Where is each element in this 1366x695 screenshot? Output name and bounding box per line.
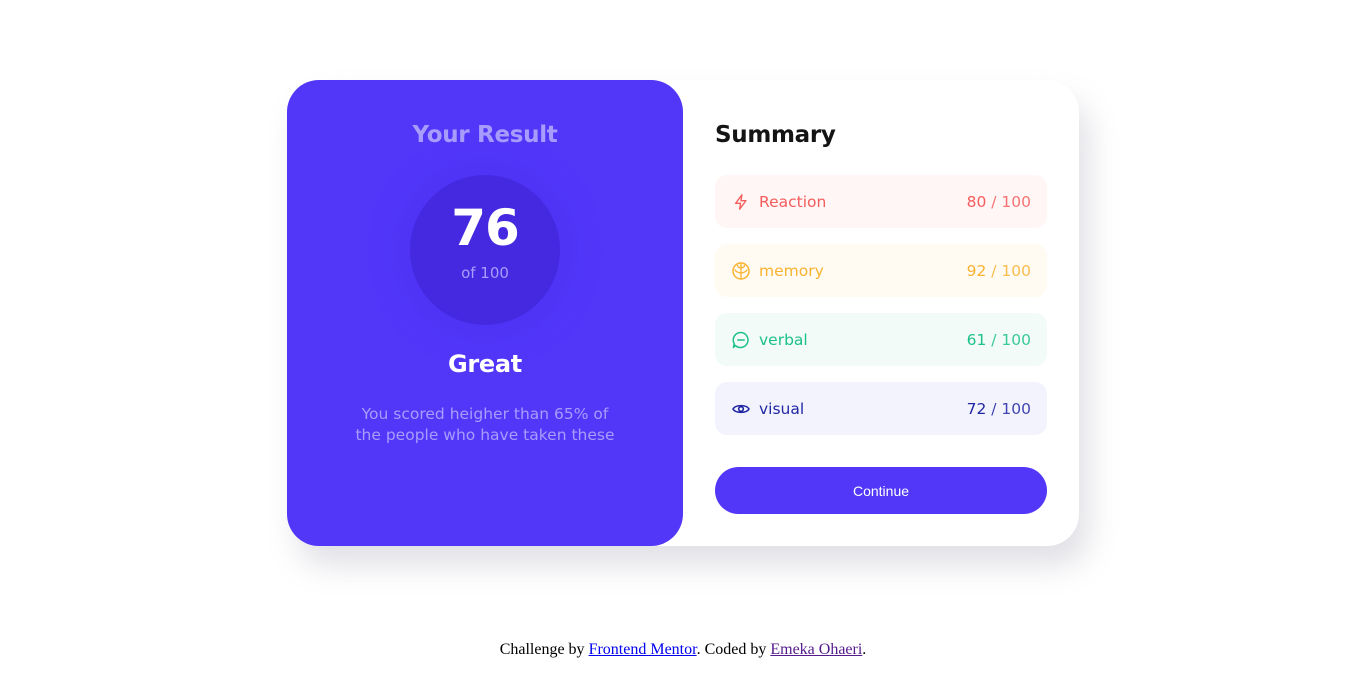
author-link[interactable]: Emeka Ohaeri xyxy=(770,641,862,658)
score-max-reaction: / 100 xyxy=(986,192,1031,211)
summary-row-visual: visual 72 / 100 xyxy=(715,382,1047,435)
rating-label: Great xyxy=(448,350,522,378)
brain-icon xyxy=(731,261,751,281)
summary-score-verbal: 61 / 100 xyxy=(967,331,1031,349)
summary-label-reaction: Reaction xyxy=(759,192,827,211)
summary-score-reaction: 80 / 100 xyxy=(967,193,1031,211)
score-value: 76 xyxy=(451,199,520,257)
summary-panel: Summary Reaction 80 / 100 memory 92 / 10… xyxy=(683,80,1079,546)
score-value-visual: 72 xyxy=(966,399,987,418)
score-value-reaction: 80 xyxy=(966,192,987,211)
score-circle: 76 of 100 xyxy=(410,175,560,325)
summary-label-verbal: verbal xyxy=(759,330,808,349)
score-max-memory: / 100 xyxy=(986,261,1031,280)
footer-prefix: Challenge by xyxy=(499,641,589,658)
score-total: of 100 xyxy=(461,264,509,282)
chat-bubble-icon xyxy=(731,330,751,350)
score-max-visual: / 100 xyxy=(986,399,1031,418)
summary-title: Summary xyxy=(715,122,836,148)
lightning-icon xyxy=(731,192,751,212)
summary-label-memory: memory xyxy=(759,261,824,280)
summary-row-reaction: Reaction 80 / 100 xyxy=(715,175,1047,228)
summary-row-verbal: verbal 61 / 100 xyxy=(715,313,1047,366)
result-description: You scored heigher than 65% of the peopl… xyxy=(355,405,615,444)
continue-button[interactable]: Continue xyxy=(715,467,1047,514)
eye-icon xyxy=(731,399,751,419)
footer-suffix: . xyxy=(862,641,867,658)
frontend-mentor-link[interactable]: Frontend Mentor xyxy=(589,641,697,658)
summary-label-visual: visual xyxy=(759,399,805,418)
result-title: Your Result xyxy=(412,122,558,148)
summary-row-memory: memory 92 / 100 xyxy=(715,244,1047,297)
summary-score-visual: 72 / 100 xyxy=(967,400,1031,418)
result-panel: Your Result 76 of 100 Great You scored h… xyxy=(287,80,683,546)
footer-middle: . Coded by xyxy=(696,641,771,658)
score-max-verbal: / 100 xyxy=(986,330,1031,349)
summary-score-memory: 92 / 100 xyxy=(967,262,1031,280)
attribution-footer: Challenge by Frontend Mentor. Coded by E… xyxy=(0,641,1366,659)
score-value-memory: 92 xyxy=(966,261,987,280)
score-value-verbal: 61 xyxy=(966,330,987,349)
results-card: Your Result 76 of 100 Great You scored h… xyxy=(287,80,1079,546)
